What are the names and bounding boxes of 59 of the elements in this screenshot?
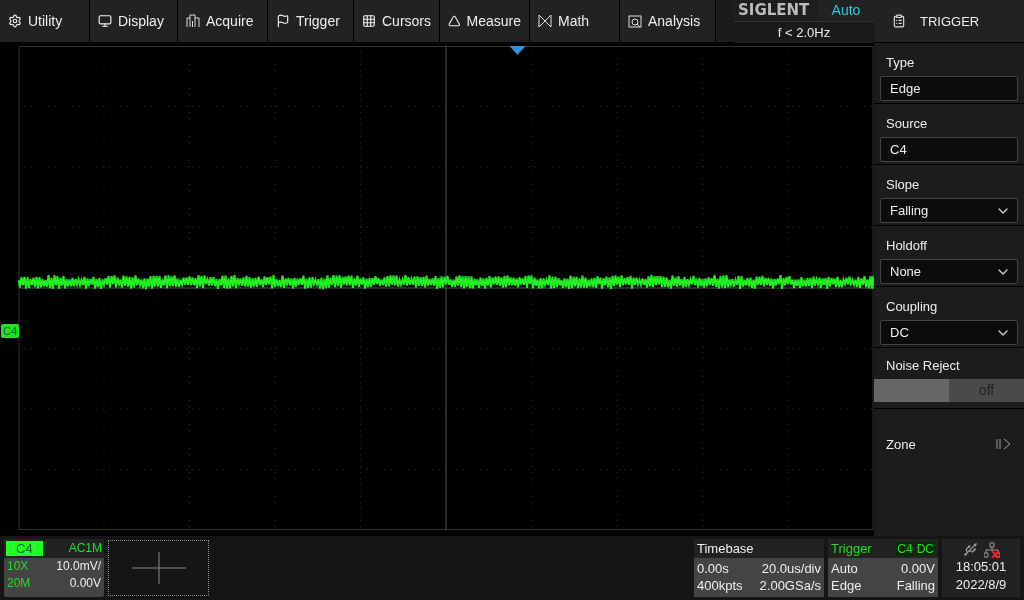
expand-arrow-icon <box>996 438 1012 450</box>
empty-channel-slot[interactable] <box>108 540 209 596</box>
channel-info-card[interactable]: C4 AC1M 10X 10.0mV/ 20M 0.00V <box>4 539 104 597</box>
magnifier-icon <box>628 14 642 28</box>
field-label: Source <box>886 116 929 131</box>
usb-icon <box>962 542 978 557</box>
field-label: Noise Reject <box>886 358 961 373</box>
flag-icon <box>276 14 290 28</box>
trigger-slope: Falling <box>896 577 935 594</box>
field-label: Type <box>886 55 916 70</box>
channel-label: C4 <box>6 541 43 556</box>
bandwidth-limit: 20M <box>7 575 31 592</box>
network-disconnected-icon <box>983 542 1000 558</box>
monitor-icon <box>98 14 112 28</box>
crosshair-grid-icon <box>362 14 376 28</box>
dropdown[interactable]: Falling <box>880 198 1018 223</box>
menu-button[interactable]: Math <box>530 0 620 42</box>
value-field[interactable]: Edge <box>880 76 1018 101</box>
menu-button[interactable]: Display <box>90 0 178 42</box>
menu-button[interactable]: Utility <box>0 0 90 42</box>
dropdown[interactable]: DC <box>880 320 1018 345</box>
horizontal-delay: 0.00s <box>697 560 729 577</box>
trigger-mode-value: Auto <box>831 560 858 577</box>
memory-depth: 400kpts <box>697 577 743 594</box>
menu-button[interactable]: Trigger <box>268 0 354 42</box>
horizontal-scale: 20.0us/div <box>761 560 821 577</box>
timebase-title: Timebase <box>697 541 754 556</box>
channel-marker: C4 <box>1 324 20 338</box>
menu-button[interactable]: Acquire <box>178 0 268 42</box>
trigger-type: Edge <box>831 577 862 594</box>
settings-icon <box>8 14 22 28</box>
field-label: Slope <box>886 177 921 192</box>
menu-button[interactable]: Cursors <box>354 0 440 42</box>
channel-coupling: AC1M <box>68 541 102 556</box>
plus-icon <box>131 552 186 584</box>
trigger-frequency: f < 2.0Hz <box>734 21 874 43</box>
trigger-source: C4 <box>896 542 914 556</box>
sample-rate: 2.00GSa/s <box>759 577 821 594</box>
trigger-mode: Auto <box>818 0 874 21</box>
field-label: Holdoff <box>886 238 928 253</box>
trigger-level: 0.00V <box>901 560 935 577</box>
brand-logo: SIGLENT <box>734 0 818 21</box>
clipboard-icon <box>892 14 906 28</box>
trigger-coupling: DC <box>915 542 935 556</box>
acquire-icon <box>186 14 200 28</box>
trigger-title: Trigger <box>831 541 872 556</box>
dropdown[interactable]: None <box>880 259 1018 284</box>
probe-ratio: 10X <box>7 558 29 575</box>
menu-button[interactable]: Measure <box>440 0 530 42</box>
field-label: Coupling <box>886 299 939 314</box>
vertical-scale: 10.0mV/ <box>56 558 101 575</box>
vertical-offset: 0.00V <box>69 575 101 592</box>
clock-time: 18:05:01 <box>955 558 1007 576</box>
trigger-position-icon <box>509 46 526 55</box>
value-field[interactable]: C4 <box>880 137 1018 162</box>
panel-title: TRIGGER <box>920 13 980 29</box>
clock-date: 2022/8/9 <box>955 576 1007 594</box>
math-icon <box>538 14 552 28</box>
menu-button[interactable]: Analysis <box>620 0 716 42</box>
